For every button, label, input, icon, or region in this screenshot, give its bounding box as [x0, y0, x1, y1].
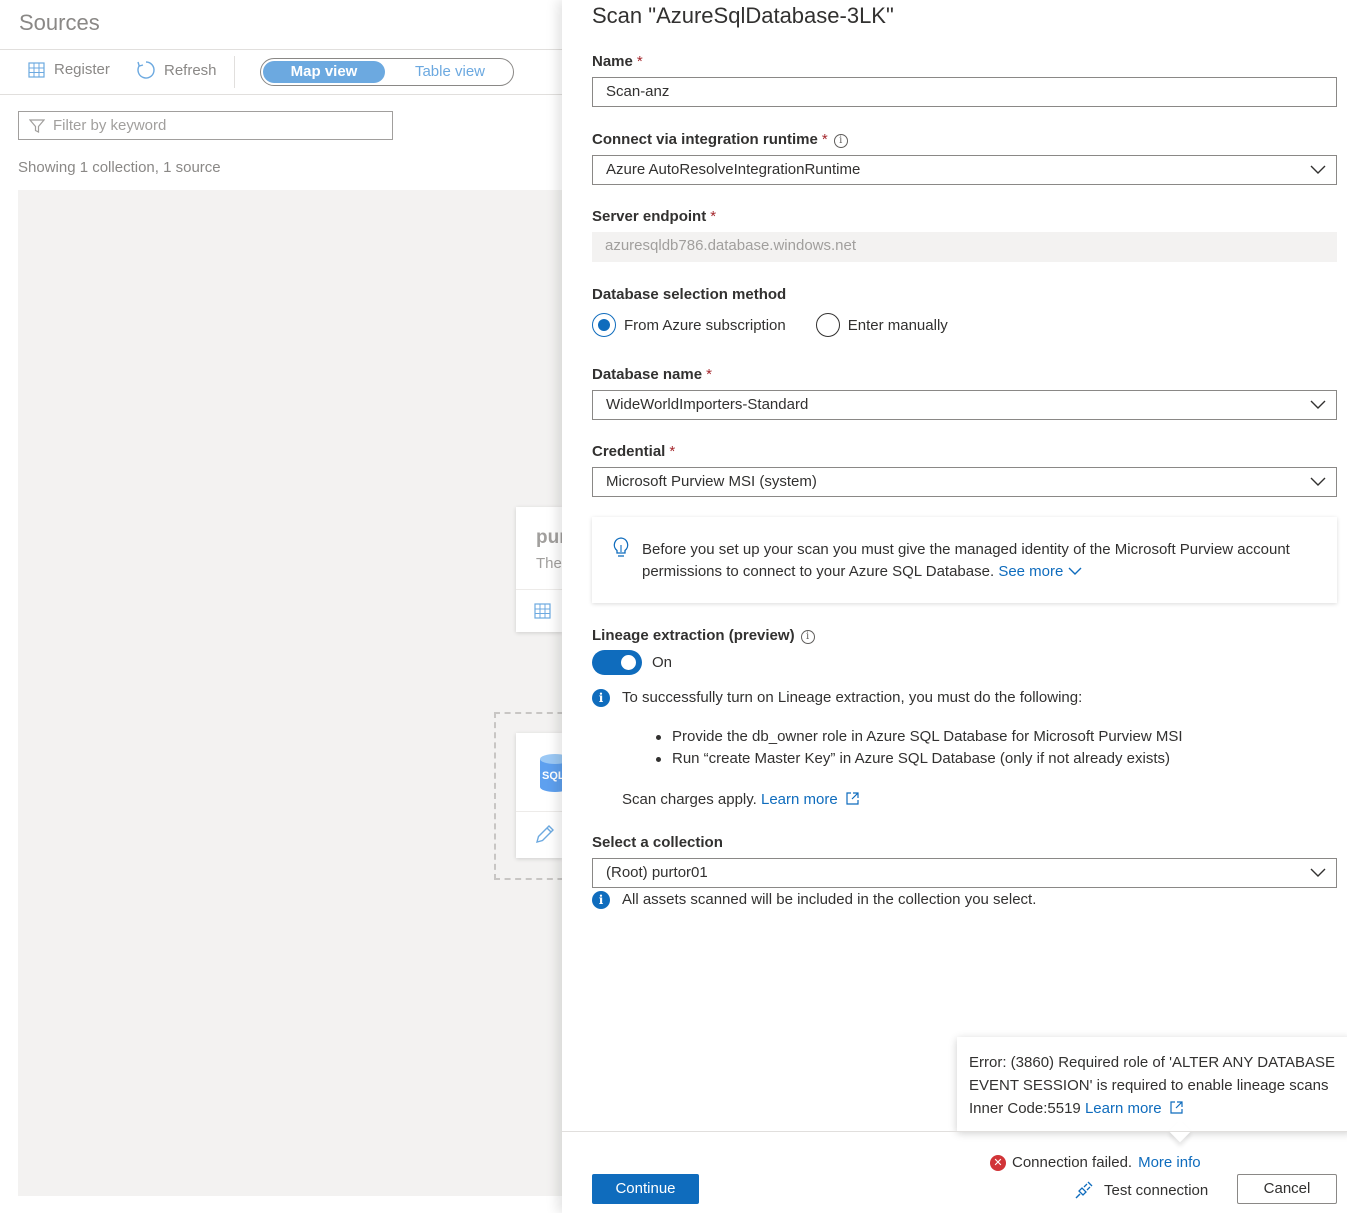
callout-text: Before you set up your scan you must giv…: [642, 541, 1290, 580]
filter-input[interactable]: Filter by keyword: [18, 111, 393, 140]
test-connection-label: Test connection: [1104, 1181, 1209, 1199]
lineage-info-text: To successfully turn on Lineage extracti…: [622, 689, 1083, 706]
credential-dropdown[interactable]: Microsoft Purview MSI (system): [592, 467, 1337, 497]
card-divider: [516, 811, 562, 812]
cancel-button[interactable]: Cancel: [1237, 1174, 1337, 1204]
info-filled-icon: i: [592, 891, 610, 909]
selection-radio-group: From Azure subscription Enter manually: [592, 313, 948, 337]
external-link-icon: [1170, 1101, 1183, 1114]
lineage-toggle-label: On: [652, 654, 673, 671]
connection-status: ✕ Connection failed. More info: [990, 1154, 1201, 1171]
tooltip-line3: Inner Code:5519 Learn more: [969, 1097, 1340, 1120]
info-icon: i: [833, 134, 848, 148]
permissions-callout: Before you set up your scan you must giv…: [592, 517, 1337, 603]
radio-from-subscription[interactable]: [592, 313, 616, 337]
credential-label: Credential *: [592, 443, 676, 460]
sources-page: Sources Register Refresh Map view Table …: [0, 0, 574, 1213]
connection-failed-text: Connection failed.: [1012, 1154, 1133, 1171]
dbname-dropdown[interactable]: WideWorldImporters-Standard: [592, 390, 1337, 420]
pencil-icon[interactable]: [534, 823, 556, 849]
radio-enter-manually-label: Enter manually: [847, 316, 948, 334]
lineage-label: Lineage extraction (preview) i: [592, 627, 815, 644]
selection-label: Database selection method: [592, 286, 787, 303]
info-icon: i: [800, 630, 815, 644]
lightbulb-icon: [612, 537, 630, 563]
name-label: Name *: [592, 53, 643, 70]
chevron-down-icon: [1068, 567, 1082, 575]
collection-label: Select a collection: [592, 834, 723, 851]
collection-info-text: All assets scanned will be included in t…: [622, 891, 1037, 908]
name-field[interactable]: Scan-anz: [592, 77, 1337, 107]
divider: [0, 94, 562, 95]
table-view-toggle[interactable]: Table view: [389, 61, 511, 83]
runtime-label: Connect via integration runtime * i: [592, 131, 848, 148]
info-filled-icon: i: [592, 689, 610, 707]
refresh-icon: [137, 61, 155, 79]
test-connection-button[interactable]: Test connection: [1074, 1180, 1208, 1200]
scan-panel: Scan "AzureSqlDatabase-3LK" Name * Scan-a…: [562, 0, 1347, 1213]
scan-charges: Scan charges apply. Learn more: [622, 791, 859, 808]
runtime-dropdown[interactable]: Azure AutoResolveIntegrationRuntime: [592, 155, 1337, 185]
refresh-label: Refresh: [164, 61, 217, 79]
radio-enter-manually[interactable]: [815, 313, 840, 337]
sql-icon-text: SQL: [542, 770, 562, 782]
lineage-requirements-list: Provide the db_owner role in Azure SQL D…: [656, 726, 1183, 770]
plug-icon: [1075, 1181, 1093, 1199]
toolbar: Register Refresh Map view Table view: [0, 50, 562, 94]
error-icon: ✕: [990, 1154, 1006, 1171]
tooltip-line1: Error: (3860) Required role of 'ALTER AN…: [969, 1054, 1336, 1071]
footer-divider: [562, 1131, 1347, 1132]
learn-more-link[interactable]: Learn more: [761, 791, 859, 808]
chevron-down-icon: [1310, 868, 1326, 877]
tooltip-line2: EVENT SESSION' is required to enable lin…: [969, 1077, 1329, 1094]
runtime-value: Azure AutoResolveIntegrationRuntime: [606, 161, 861, 178]
dbname-value: WideWorldImporters-Standard: [606, 396, 809, 413]
register-label: Register: [54, 60, 110, 78]
collection-subtitle: The root collection.: [536, 555, 562, 572]
credential-value: Microsoft Purview MSI (system): [606, 473, 817, 490]
source-card[interactable]: SQL: [516, 733, 562, 858]
register-grid-icon[interactable]: [534, 601, 554, 623]
sql-database-icon: SQL: [540, 753, 562, 797]
list-item: Run “create Master Key” in Azure SQL Dat…: [656, 748, 1183, 770]
endpoint-field: azuresqldb786.database.windows.net: [592, 232, 1337, 262]
see-more-link[interactable]: See more: [998, 563, 1082, 580]
collection-dropdown[interactable]: (Root) purtor01: [592, 858, 1337, 888]
external-link-icon: [846, 792, 859, 805]
view-switcher: Map view Table view: [260, 58, 514, 86]
showing-count: Showing 1 collection, 1 source: [18, 159, 221, 176]
radio-from-subscription-label: From Azure subscription: [624, 316, 786, 334]
lineage-toggle[interactable]: [592, 650, 642, 675]
panel-title: Scan "AzureSqlDatabase-3LK": [592, 3, 894, 28]
endpoint-label: Server endpoint *: [592, 208, 717, 225]
continue-button[interactable]: Continue: [592, 1174, 699, 1204]
list-item: Provide the db_owner role in Azure SQL D…: [656, 726, 1183, 748]
register-button[interactable]: Register: [28, 60, 110, 78]
chevron-down-icon: [1310, 400, 1326, 409]
collection-value: (Root) purtor01: [606, 864, 708, 881]
grid-icon: [28, 62, 45, 78]
dbname-label: Database name *: [592, 366, 712, 383]
page-title: Sources: [19, 10, 100, 35]
card-divider: [516, 589, 562, 590]
collection-title: purtor01: [536, 527, 562, 548]
error-tooltip: Error: (3860) Required role of 'ALTER AN…: [957, 1037, 1347, 1143]
tooltip-learn-more-link[interactable]: Learn more: [1085, 1100, 1183, 1117]
filter-icon: [29, 118, 45, 133]
chevron-down-icon: [1310, 165, 1326, 174]
map-view-toggle[interactable]: Map view: [263, 61, 385, 83]
map-canvas[interactable]: [18, 190, 562, 1196]
chevron-down-icon: [1310, 477, 1326, 486]
toolbar-separator: [234, 56, 235, 88]
more-info-link[interactable]: More info: [1138, 1154, 1201, 1171]
refresh-button[interactable]: Refresh: [136, 60, 217, 80]
collection-card[interactable]: purtor01 The root collection.: [516, 507, 562, 632]
filter-placeholder: Filter by keyword: [53, 117, 167, 134]
